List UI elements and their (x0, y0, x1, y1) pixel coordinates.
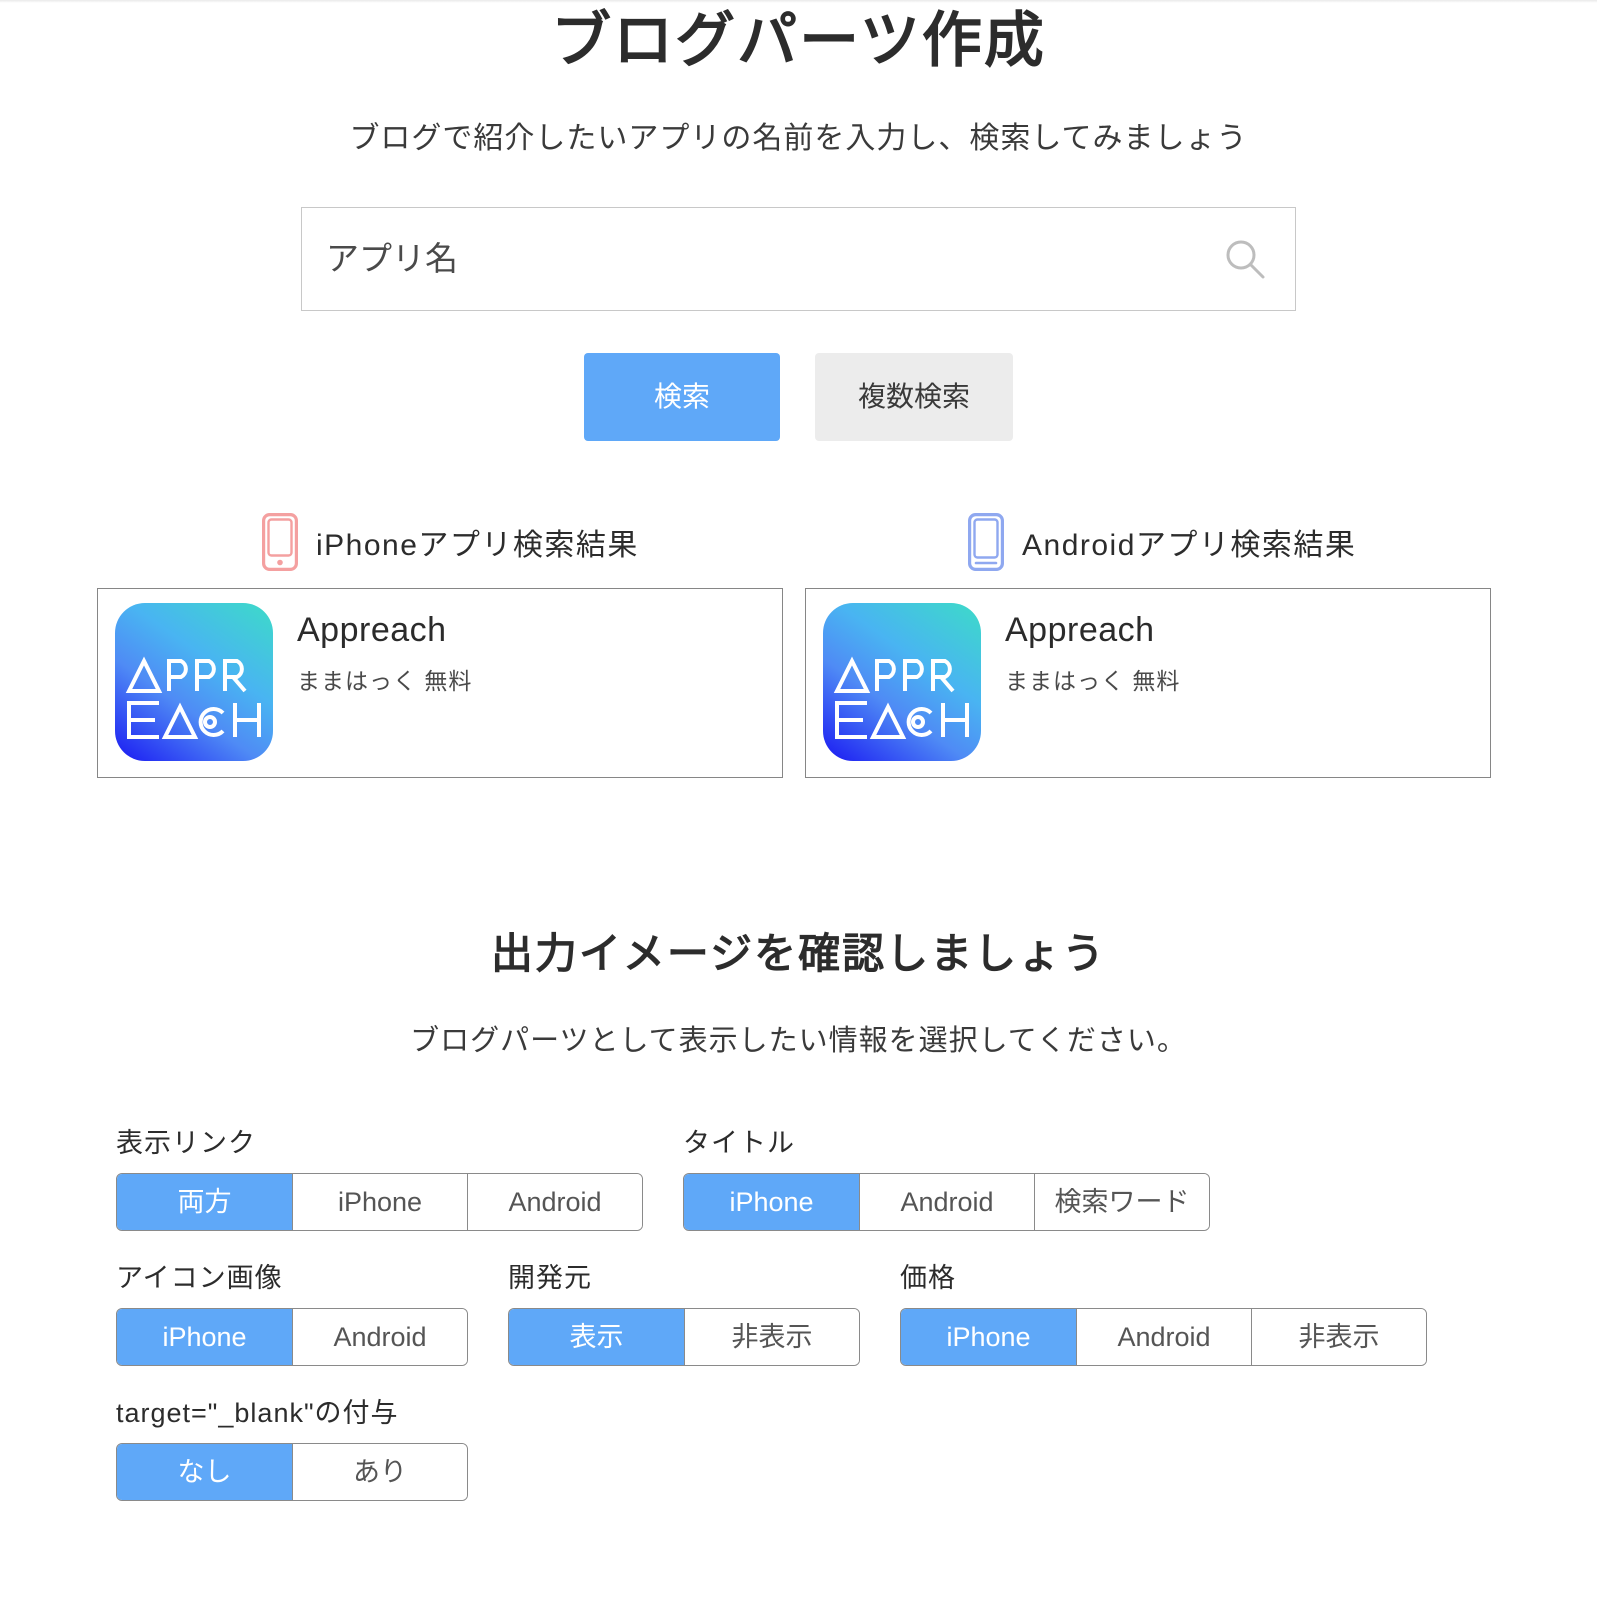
option-row: アイコン画像 iPhone Android 開発元 表示 非表示 価格 iPhone Andro… (116, 1256, 1597, 1366)
app-developer-price: ままはっく 無料 (1005, 668, 1181, 695)
multi-search-button[interactable]: 複数検索 (815, 353, 1013, 441)
iphone-icon (262, 513, 298, 571)
output-section-title: 出力イメージを確認しましょう (490, 930, 1107, 977)
search-results: iPhoneアプリ検索結果 Appreach ままはっく 無料 Androidア… (0, 509, 1597, 778)
app-name: Appreach (297, 611, 447, 649)
search-row (0, 207, 1597, 311)
option-label: 表示リンク (116, 1128, 256, 1158)
iphone-results-heading: iPhoneアプリ検索結果 (97, 509, 783, 575)
segment-option[interactable]: 両方 (117, 1174, 292, 1230)
search-input[interactable] (302, 208, 1295, 310)
output-section-subtitle: ブログパーツとして表示したい情報を選択してください。 (410, 1025, 1187, 1057)
segment-option[interactable]: iPhone (684, 1174, 859, 1230)
segment-option[interactable]: Android (1076, 1309, 1251, 1365)
option-group: タイトル iPhone Android 検索ワード (683, 1121, 1210, 1231)
option-group: 開発元表示 非表示 (508, 1256, 860, 1366)
segmented-control: iPhone Android (116, 1308, 468, 1366)
option-label: 開発元 (508, 1263, 592, 1293)
option-row: target="_blank"の付与なし あり (116, 1391, 1597, 1501)
segmented-control: なし あり (116, 1443, 468, 1501)
segmented-control: iPhone Android 非表示 (900, 1308, 1427, 1366)
search-actions: 検索 複数検索 (0, 353, 1597, 441)
segment-option[interactable]: あり (292, 1444, 467, 1500)
app-name: Appreach (1005, 611, 1155, 649)
app-icon-image (823, 603, 981, 761)
option-group: アイコン画像 iPhone Android (116, 1256, 468, 1366)
app-meta: Appreach ままはっく 無料 (273, 603, 472, 696)
segment-option[interactable]: 検索ワード (1034, 1174, 1209, 1230)
page-title: ブログパーツ作成 (551, 7, 1046, 74)
app-meta: Appreach ままはっく 無料 (981, 603, 1180, 696)
segment-option[interactable]: iPhone (292, 1174, 467, 1230)
app-icon-image (115, 603, 273, 761)
segment-option[interactable]: iPhone (117, 1309, 292, 1365)
page-subtitle: ブログで紹介したいアプリの名前を入力し、検索してみましょう (349, 122, 1248, 155)
segment-option[interactable]: Android (292, 1309, 467, 1365)
android-results-label: Androidアプリ検索結果 (1022, 529, 1357, 562)
segment-option[interactable]: 非表示 (1251, 1309, 1426, 1365)
iphone-app-card[interactable]: Appreach ままはっく 無料 (97, 588, 783, 778)
output-preview-section: 出力イメージを確認しましょう ブログパーツとして表示したい情報を選択してください… (0, 920, 1597, 1501)
option-group: 価格 iPhone Android 非表示 (900, 1256, 1427, 1366)
output-options: 表示リンク 両方 iPhone Android タイトル iPhone Android 検索ワ… (0, 1121, 1597, 1501)
option-label: target="_blank"の付与 (116, 1398, 399, 1428)
segment-option[interactable]: 非表示 (684, 1309, 859, 1365)
segmented-control: 表示 非表示 (508, 1308, 860, 1366)
option-group: target="_blank"の付与なし あり (116, 1391, 468, 1501)
android-app-card[interactable]: Appreach ままはっく 無料 (805, 588, 1491, 778)
iphone-results-column: iPhoneアプリ検索結果 Appreach ままはっく 無料 (97, 509, 783, 778)
search-button[interactable]: 検索 (584, 353, 780, 441)
segmented-control: iPhone Android 検索ワード (683, 1173, 1210, 1231)
page-root: ブログパーツ作成 ブログで紹介したいアプリの名前を入力し、検索してみましょう 検… (0, 0, 1597, 1501)
android-results-heading: Androidアプリ検索結果 (805, 509, 1491, 575)
segment-option[interactable]: Android (859, 1174, 1034, 1230)
android-icon (968, 513, 1004, 571)
option-row: 表示リンク 両方 iPhone Android タイトル iPhone Android 検索ワ… (116, 1121, 1597, 1231)
iphone-results-label: iPhoneアプリ検索結果 (316, 529, 639, 562)
option-group: 表示リンク両方 iPhone Android (116, 1121, 643, 1231)
option-label: タイトル (683, 1128, 795, 1158)
segment-option[interactable]: Android (467, 1174, 642, 1230)
option-label: 価格 (900, 1263, 956, 1293)
app-developer-price: ままはっく 無料 (297, 668, 473, 695)
segmented-control: 両方 iPhone Android (116, 1173, 643, 1231)
option-label: アイコン画像 (116, 1263, 283, 1293)
segment-option[interactable]: 表示 (509, 1309, 684, 1365)
segment-option[interactable]: iPhone (901, 1309, 1076, 1365)
search-box[interactable] (301, 207, 1296, 311)
android-results-column: Androidアプリ検索結果 Appreach ままはっく 無料 (805, 509, 1491, 778)
segment-option[interactable]: なし (117, 1444, 292, 1500)
